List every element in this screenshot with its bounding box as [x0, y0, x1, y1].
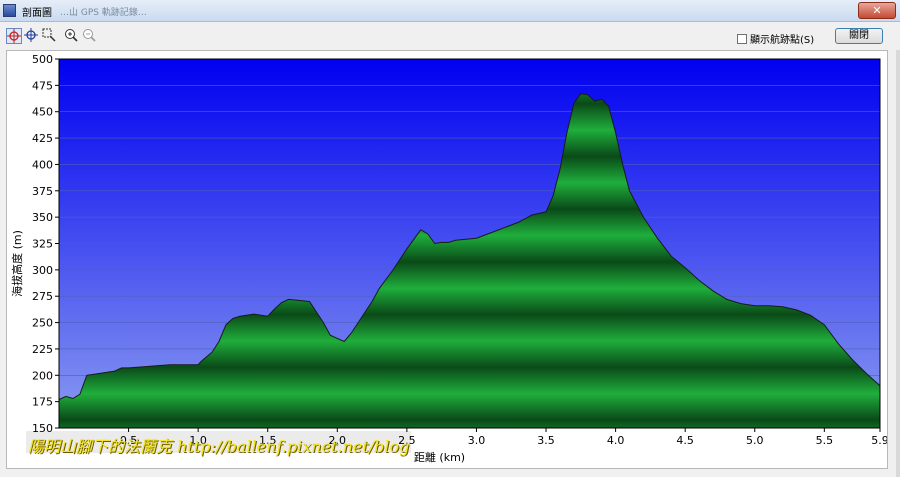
x-tick-label: 3.0 — [468, 434, 486, 447]
zoom-out-icon[interactable] — [82, 28, 98, 44]
title-bar[interactable]: 剖面圖 …山 GPS 軌跡記錄… ✕ — [0, 0, 900, 22]
y-tick-label: 175 — [32, 396, 53, 409]
y-tick-label: 450 — [32, 106, 53, 119]
y-tick-label: 475 — [32, 79, 53, 92]
show-trackpoints-checkbox[interactable] — [737, 34, 747, 44]
show-trackpoints-toggle[interactable]: 顯示航跡點(S) — [737, 31, 814, 46]
y-axis-label: 海拔高度 (m) — [10, 230, 24, 297]
y-tick-label: 275 — [32, 290, 53, 303]
y-tick-label: 300 — [32, 264, 53, 277]
toolbar: 顯示航跡點(S) 關閉 — [0, 22, 900, 50]
show-trackpoints-label: 顯示航跡點(S) — [750, 35, 815, 46]
zoom-in-icon[interactable] — [64, 28, 80, 44]
zoom-area-icon[interactable] — [42, 28, 58, 44]
y-tick-label: 400 — [32, 158, 53, 171]
crosshair-icon[interactable] — [24, 28, 40, 44]
x-tick-label: 5.5 — [816, 434, 834, 447]
x-tick-label: 5.0 — [746, 434, 764, 447]
y-tick-label: 225 — [32, 343, 53, 356]
y-tick-label: 350 — [32, 211, 53, 224]
plot-frame: 150 175 200 225 250 275 300 325 350 375 400 425 450 4… — [6, 50, 888, 469]
close-button[interactable]: 關閉 — [835, 28, 883, 44]
x-axis-label: 距離 (km) — [414, 450, 465, 464]
y-tick-label: 250 — [32, 317, 53, 330]
y-tick-label: 500 — [32, 53, 53, 66]
window-subtitle: …山 GPS 軌跡記錄… — [60, 8, 147, 18]
window-title: 剖面圖 — [22, 8, 52, 19]
window-edge — [896, 50, 900, 477]
watermark: 陽明山腳下的法蘭克 http://ballenf.pixnet.net/blog — [26, 431, 412, 456]
x-tick-label: 5.9 — [871, 434, 887, 447]
y-tick-label: 375 — [32, 185, 53, 198]
crosshair-select-icon[interactable] — [6, 28, 22, 44]
x-tick-label: 4.5 — [676, 434, 694, 447]
profile-window: 剖面圖 …山 GPS 軌跡記錄… ✕ 顯示航跡點(S) 關閉 150 175 200… — [0, 0, 900, 477]
app-icon — [3, 4, 16, 17]
elevation-profile-chart[interactable]: 1501752002252502753003253503754004254504… — [7, 51, 887, 468]
y-tick-label: 200 — [32, 369, 53, 382]
x-tick-label: 4.0 — [607, 434, 625, 447]
x-tick-label: 3.5 — [537, 434, 555, 447]
y-tick-label: 425 — [32, 132, 53, 145]
window-close-button[interactable]: ✕ — [858, 2, 896, 19]
y-tick-label: 325 — [32, 238, 53, 251]
